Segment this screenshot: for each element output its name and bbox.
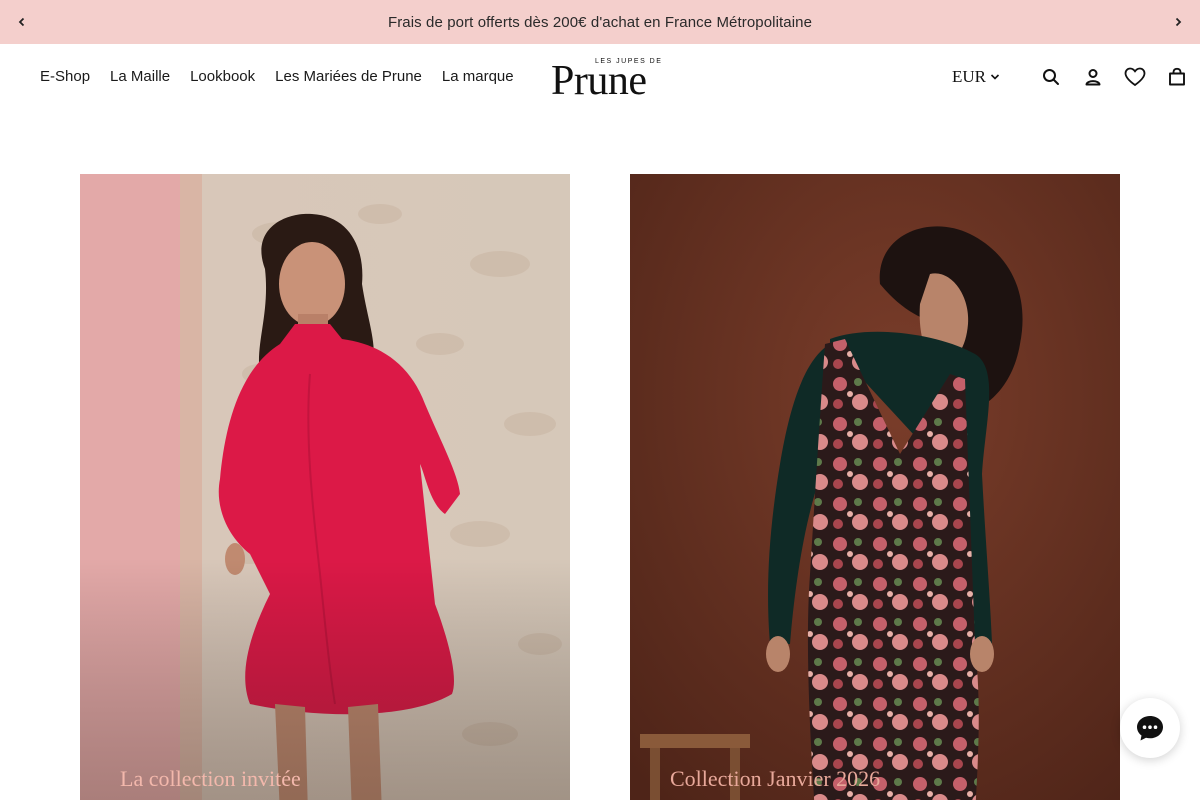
chevron-down-icon [990, 74, 1000, 80]
chevron-right-icon [1175, 17, 1182, 27]
nav-item-la-maille[interactable]: La Maille [110, 68, 170, 85]
nav-item-la-marque[interactable]: La marque [442, 68, 514, 85]
announcement-text: Frais de port offerts dès 200€ d'achat e… [387, 13, 813, 31]
card-title-invitee: La collection invitée [120, 766, 301, 791]
site-logo[interactable]: LES JUPES DE Prune [551, 58, 691, 102]
account-icon [1085, 69, 1101, 86]
announcement-bar: Frais de port offerts dès 200€ d'achat e… [0, 0, 1200, 44]
logo-wordmark: Prune [551, 58, 647, 104]
collection-janvier-photo [630, 174, 1120, 800]
currency-selector[interactable]: EUR [952, 67, 1000, 87]
nav-item-eshop[interactable]: E-Shop [40, 68, 90, 85]
announcement-next-button[interactable] [1168, 12, 1188, 32]
heart-icon [1124, 67, 1146, 87]
collection-card-invitee[interactable]: La collection invitée [80, 174, 570, 800]
chevron-left-icon [18, 17, 25, 27]
wishlist-button[interactable] [1124, 66, 1146, 88]
chat-widget-button[interactable] [1120, 698, 1180, 758]
main-nav: E-Shop La Maille Lookbook Les Mariées de… [40, 68, 514, 85]
chat-icon [1137, 716, 1163, 741]
search-button[interactable] [1040, 66, 1062, 88]
cart-button[interactable] [1166, 66, 1188, 88]
collection-invitee-photo [80, 174, 570, 800]
nav-item-lookbook[interactable]: Lookbook [190, 68, 255, 85]
bag-icon [1169, 67, 1185, 86]
card-title-janvier: Collection Janvier 2026 [670, 766, 881, 791]
currency-label: EUR [952, 67, 986, 86]
collection-card-janvier[interactable]: Collection Janvier 2026 [630, 174, 1120, 800]
account-button[interactable] [1082, 66, 1104, 88]
site-header: E-Shop La Maille Lookbook Les Mariées de… [0, 44, 1200, 114]
header-tools: EUR [952, 66, 1188, 88]
search-icon [1043, 69, 1059, 85]
announcement-prev-button[interactable] [12, 12, 32, 32]
nav-item-les-mariees[interactable]: Les Mariées de Prune [275, 68, 422, 85]
